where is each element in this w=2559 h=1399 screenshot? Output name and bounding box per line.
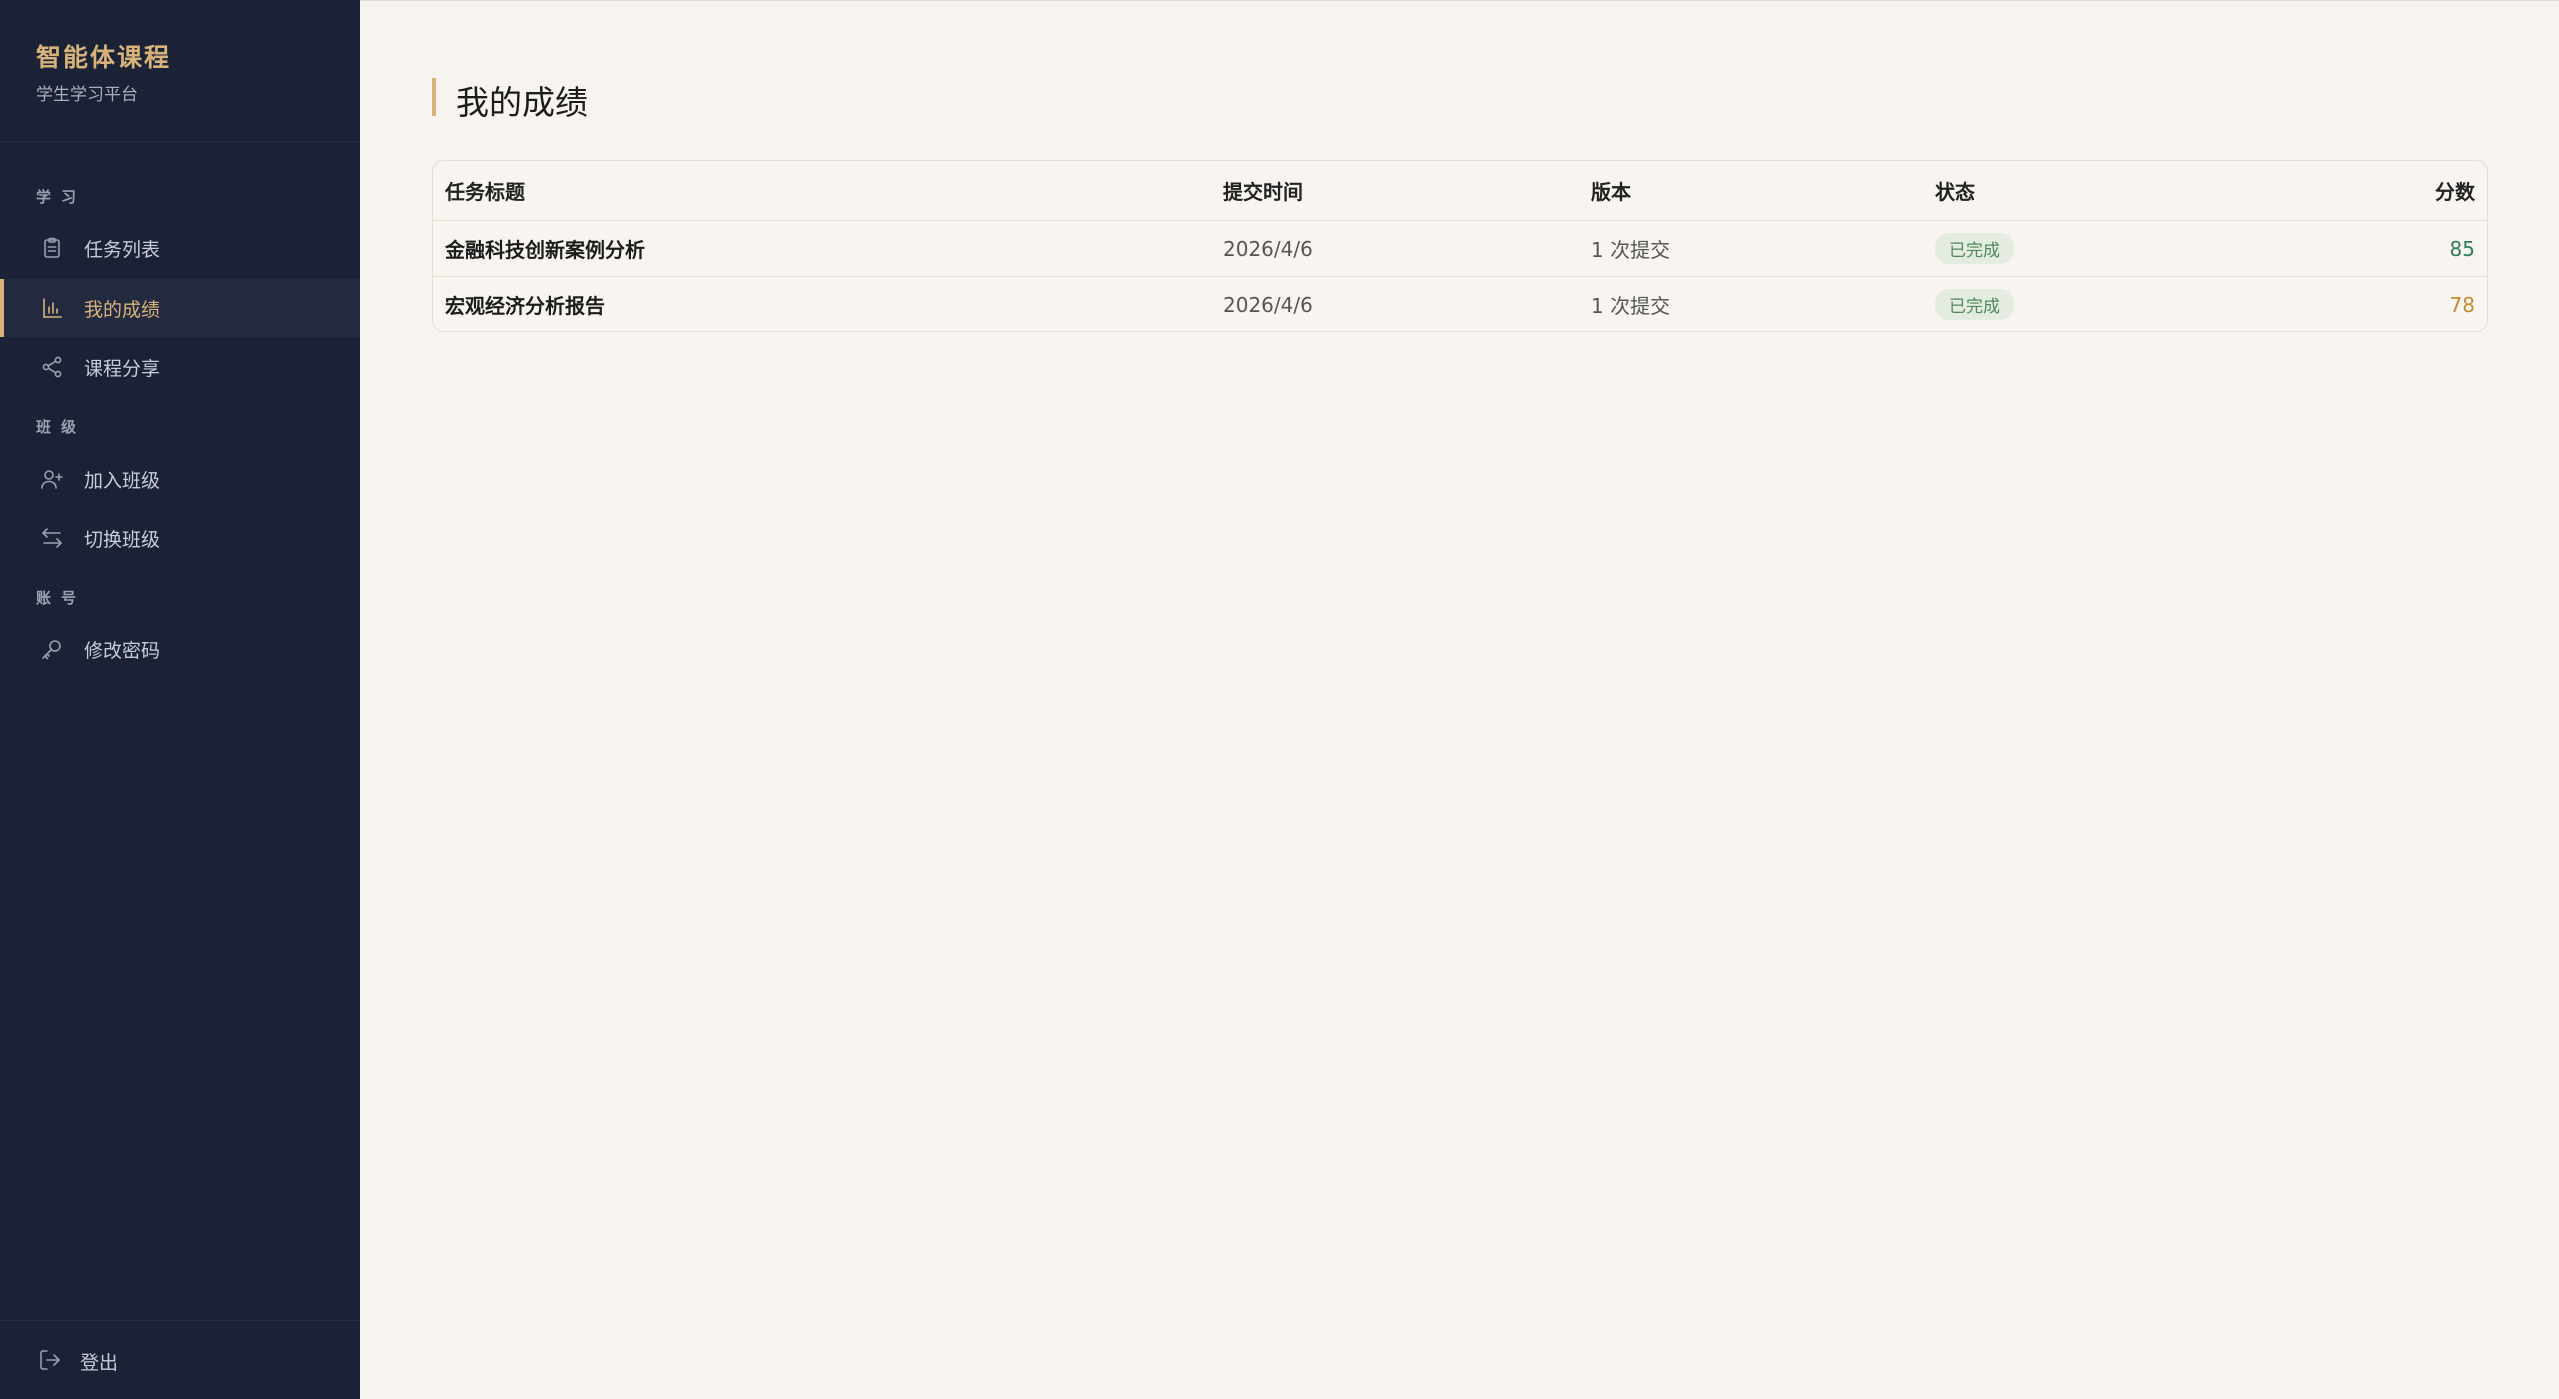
grades-table: 任务标题 提交时间 版本 状态 分数 金融科技创新案例分析 2026/4/6 1… — [432, 160, 2488, 332]
status-badge: 已完成 — [1935, 289, 2014, 320]
logout-button[interactable]: 登出 — [0, 1331, 360, 1389]
task-title: 金融科技创新案例分析 — [445, 238, 645, 262]
column-header-status: 状态 — [1935, 180, 1975, 204]
sidebar-item-label: 修改密码 — [84, 639, 161, 662]
sidebar-item-label: 切换班级 — [84, 528, 161, 551]
status-badge: 已完成 — [1935, 233, 2014, 264]
brand-subtitle: 学生学习平台 — [36, 85, 138, 105]
nav-section-class: 班级 — [36, 418, 87, 436]
status-cell: 已完成 — [1935, 221, 2014, 276]
score: 78 — [2449, 292, 2475, 317]
submit-time: 2026/4/6 — [1223, 292, 1313, 317]
brand: 智能体课程 学生学习平台 — [0, 0, 360, 142]
column-header-submit-time: 提交时间 — [1223, 180, 1303, 204]
version: 1 次提交 — [1591, 238, 1671, 262]
app: 智能体课程 学生学习平台 学习 任务列表 我的成绩 课程分享 班级 加入班级 切… — [0, 0, 2559, 1399]
logout-icon — [36, 1346, 64, 1374]
user-plus-icon — [38, 465, 66, 493]
nav-section-study: 学习 — [36, 188, 87, 206]
status-cell: 已完成 — [1935, 277, 2014, 331]
sidebar-item-course-share[interactable]: 课程分享 — [0, 338, 360, 396]
sidebar-item-label: 我的成绩 — [84, 298, 161, 321]
sidebar-item-label: 任务列表 — [84, 238, 161, 261]
version: 1 次提交 — [1591, 294, 1671, 318]
sidebar-footer: 登出 — [0, 1320, 360, 1399]
sidebar-item-change-password[interactable]: 修改密码 — [0, 620, 360, 678]
bar-chart-icon — [38, 294, 66, 322]
page-title: 我的成绩 — [456, 83, 588, 122]
table-row[interactable]: 金融科技创新案例分析 2026/4/6 1 次提交 已完成 85 — [433, 221, 2487, 277]
sidebar: 智能体课程 学生学习平台 学习 任务列表 我的成绩 课程分享 班级 加入班级 切… — [0, 0, 360, 1399]
page-title-accent — [432, 78, 436, 116]
logout-label: 登出 — [80, 1352, 119, 1374]
clipboard-icon — [38, 234, 66, 262]
table-row[interactable]: 宏观经济分析报告 2026/4/6 1 次提交 已完成 78 — [433, 277, 2487, 331]
brand-title: 智能体课程 — [36, 43, 172, 72]
sidebar-item-tasks[interactable]: 任务列表 — [0, 219, 360, 277]
column-header-title: 任务标题 — [445, 180, 525, 204]
sidebar-item-label: 课程分享 — [84, 357, 161, 380]
sidebar-item-label: 加入班级 — [84, 469, 161, 492]
sidebar-item-join-class[interactable]: 加入班级 — [0, 450, 360, 508]
score: 85 — [2449, 236, 2475, 261]
sidebar-item-my-grades[interactable]: 我的成绩 — [0, 279, 360, 337]
top-divider — [360, 0, 2559, 1]
switch-icon — [38, 524, 66, 552]
share-icon — [38, 353, 66, 381]
key-icon — [38, 635, 66, 663]
submit-time: 2026/4/6 — [1223, 236, 1313, 261]
task-title: 宏观经济分析报告 — [445, 294, 605, 318]
sidebar-item-switch-class[interactable]: 切换班级 — [0, 509, 360, 567]
column-header-score: 分数 — [2435, 180, 2475, 204]
column-header-version: 版本 — [1591, 180, 1631, 204]
nav-section-account: 账号 — [36, 589, 87, 607]
table-header-row: 任务标题 提交时间 版本 状态 分数 — [433, 161, 2487, 221]
